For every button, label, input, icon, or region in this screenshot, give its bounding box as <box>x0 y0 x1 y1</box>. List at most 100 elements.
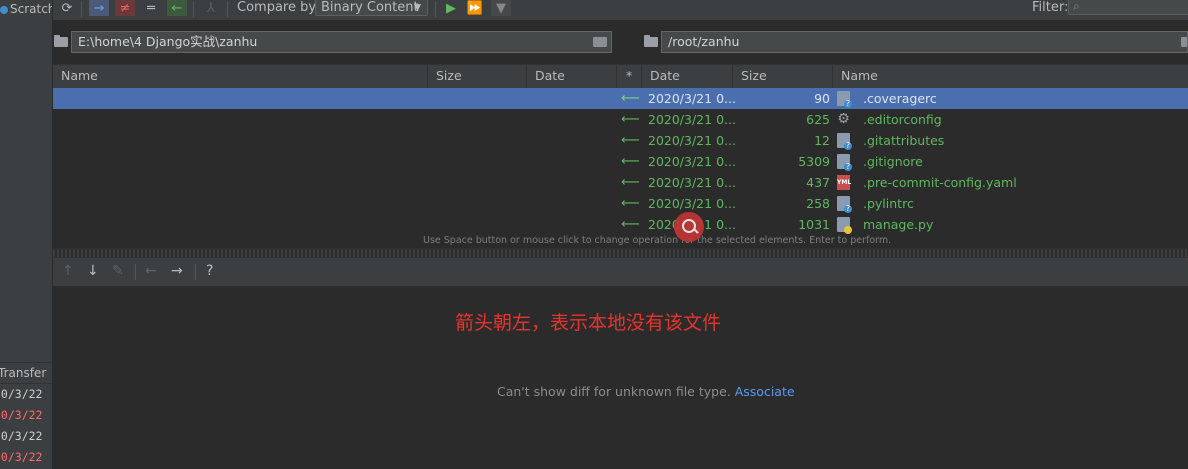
help-icon[interactable]: ? <box>206 263 213 279</box>
toolbar-separator <box>135 264 136 280</box>
table-row[interactable]: ⟵ 2020/3/21 0... 258 .pylintrc <box>53 193 1188 214</box>
transfer-log-entry: 20/3/22 <box>0 408 43 422</box>
arrow-left-icon[interactable]: ⟵ <box>621 151 640 172</box>
splitter-handle[interactable] <box>53 248 1188 258</box>
column-header-date-right[interactable]: Date <box>642 65 733 88</box>
left-sidebar: Scratch Transfer 20/3/22 20/3/22 20/3/22… <box>0 0 53 469</box>
show-equal-icon[interactable]: ═ <box>141 0 161 16</box>
row-date: 2020/3/21 0... <box>648 133 736 148</box>
table-row[interactable]: ⟵ 2020/3/21 0... 12 .gitattributes <box>53 130 1188 151</box>
show-right-only-icon[interactable]: ← <box>167 0 187 16</box>
transfer-log: 20/3/22 20/3/22 20/3/22 20/3/22 <box>0 384 42 468</box>
row-date: 2020/3/21 0... <box>648 91 736 106</box>
column-header-name-left[interactable]: Name <box>53 65 428 88</box>
row-size: 5309 <box>798 154 830 169</box>
diff-content-area: 箭头朝左，表示本地没有该文件 Can't show diff for unkno… <box>53 287 1188 469</box>
transfer-log-entry: 20/3/22 <box>0 387 43 401</box>
column-header-date-left[interactable]: Date <box>527 65 617 88</box>
row-date: 2020/3/21 0... <box>648 175 736 190</box>
no-diff-text: Can't show diff for unknown file type. <box>497 384 731 399</box>
chevron-down-icon: ▼ <box>414 3 421 13</box>
row-date: 2020/3/21 0... <box>648 112 736 127</box>
merge-icon[interactable]: ⅄ <box>201 0 221 16</box>
synchronize-selected-icon[interactable]: ▶ <box>441 0 461 16</box>
table-row[interactable]: ⟵ 2020/3/21 0... 1031 manage.py <box>53 214 1188 235</box>
associate-link[interactable]: Associate <box>735 384 795 399</box>
table-row[interactable]: ⟵ 2020/3/21 0... 90 .coveragerc <box>53 88 1188 109</box>
toolbar-separator <box>435 1 436 17</box>
row-name: .gitignore <box>863 154 923 169</box>
toolbar-separator <box>81 1 82 17</box>
no-diff-message: Can't show diff for unknown file type. A… <box>497 384 795 399</box>
transfer-log-entry: 20/3/22 <box>0 429 43 443</box>
transfer-log-entry: 20/3/22 <box>0 450 43 464</box>
transfer-tab[interactable]: Transfer <box>0 362 52 384</box>
row-name: .pre-commit-config.yaml <box>863 175 1017 190</box>
annotation-text: 箭头朝左，表示本地没有该文件 <box>455 312 722 334</box>
show-different-icon[interactable]: ≠ <box>115 0 135 16</box>
table-row[interactable]: ⟵ 2020/3/21 0... 625 ⚙ .editorconfig <box>53 109 1188 130</box>
scratch-icon <box>0 5 8 14</box>
filter-icon[interactable]: ▼ <box>491 0 511 16</box>
row-size: 258 <box>806 196 830 211</box>
column-header-operation[interactable]: * <box>617 65 642 88</box>
table-header: Name Size Date * Date Size Name <box>53 64 1188 89</box>
refresh-icon[interactable]: ⟳ <box>57 0 77 16</box>
row-size: 12 <box>814 133 830 148</box>
row-date: 2020/3/21 0... <box>648 154 736 169</box>
row-size: 437 <box>806 175 830 190</box>
arrow-left-icon[interactable]: ⟵ <box>621 88 640 109</box>
folder-icon <box>644 35 658 47</box>
filter-input[interactable]: ⌕ <box>1068 0 1188 15</box>
arrow-left-icon[interactable]: ⟵ <box>621 193 640 214</box>
column-header-size-left[interactable]: Size <box>428 65 527 88</box>
browse-folder-icon[interactable] <box>593 37 607 47</box>
browse-folder-icon[interactable] <box>1181 37 1187 47</box>
next-difference-icon[interactable]: ↓ <box>87 263 99 279</box>
arrow-left-icon[interactable]: ⟵ <box>621 109 640 130</box>
diff-viewer-toolbar: ↑ ↓ ✎ ← → ? <box>53 258 1188 286</box>
edit-source-icon[interactable]: ✎ <box>112 263 124 279</box>
left-path-field[interactable]: E:\home\4 Django实战\zanhu <box>71 31 612 53</box>
table-row[interactable]: ⟵ 2020/3/21 0... 437 YML .pre-commit-con… <box>53 172 1188 193</box>
row-size: 90 <box>814 91 830 106</box>
arrow-left-icon[interactable]: ⟵ <box>621 130 640 151</box>
column-header-name-right[interactable]: Name <box>833 65 1188 88</box>
diff-toolbar: ⟳ → ≠ ═ ← ⅄ Compare by: Binary Content ▼… <box>53 0 1188 20</box>
previous-difference-icon[interactable]: ↑ <box>62 263 74 279</box>
status-hint: Use Space button or mouse click to chang… <box>423 235 892 246</box>
filter-label: Filter: <box>1032 0 1069 15</box>
row-name: .gitattributes <box>863 133 945 148</box>
search-icon: ⌕ <box>1073 0 1080 13</box>
transfer-label: Transfer <box>0 366 47 380</box>
row-size: 625 <box>806 112 830 127</box>
toolbar-separator <box>227 1 228 17</box>
show-left-only-icon[interactable]: → <box>89 0 109 16</box>
compare-by-value: Binary Content <box>321 0 419 15</box>
python-file-icon <box>837 217 852 234</box>
row-name: manage.py <box>863 217 934 232</box>
gear-icon: ⚙ <box>837 111 850 127</box>
row-date: 2020/3/21 0... <box>648 196 736 211</box>
folder-icon <box>54 35 68 47</box>
scratch-label: Scratch <box>10 2 53 16</box>
toolbar-separator <box>193 1 194 17</box>
arrow-left-icon[interactable]: ⟵ <box>621 214 640 235</box>
row-name: .coveragerc <box>863 91 937 106</box>
synchronize-all-icon[interactable]: ⏩ <box>465 0 485 16</box>
column-header-size-right[interactable]: Size <box>733 65 833 88</box>
unknown-file-icon <box>837 196 852 213</box>
unknown-file-icon <box>837 91 852 108</box>
gitignore-file-icon <box>837 154 852 171</box>
compare-by-select[interactable]: Binary Content ▼ <box>315 0 428 16</box>
compare-by-label: Compare by: <box>237 0 320 15</box>
forward-icon[interactable]: → <box>171 263 183 279</box>
back-icon[interactable]: ← <box>145 263 157 279</box>
row-name: .pylintrc <box>863 196 914 211</box>
scratches-item[interactable]: Scratch <box>0 2 53 16</box>
arrow-left-icon[interactable]: ⟵ <box>621 172 640 193</box>
right-path-text: /root/zanhu <box>668 34 740 49</box>
left-path-text: E:\home\4 Django实战\zanhu <box>78 34 258 49</box>
right-path-field[interactable]: /root/zanhu <box>661 31 1188 53</box>
table-row[interactable]: ⟵ 2020/3/21 0... 5309 .gitignore <box>53 151 1188 172</box>
